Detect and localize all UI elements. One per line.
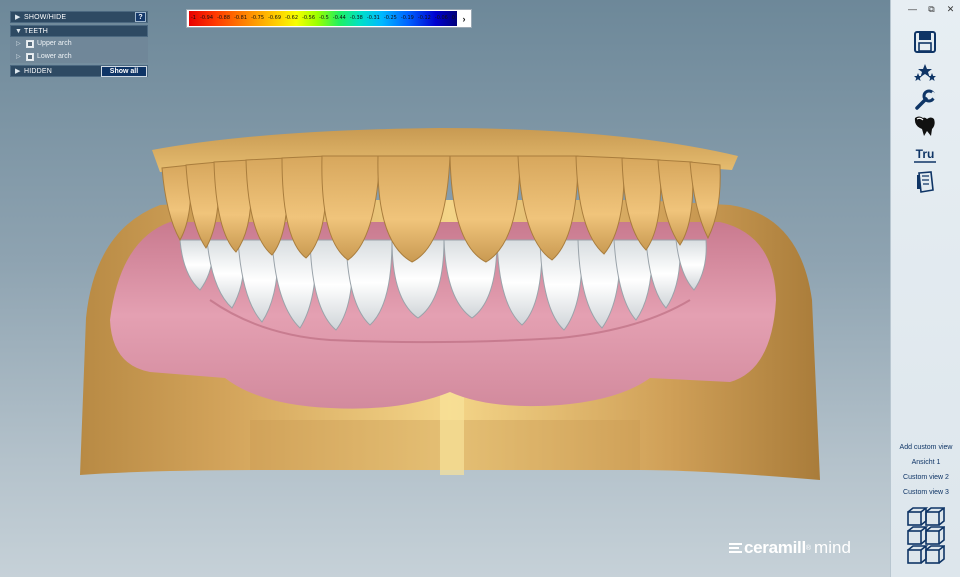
color-gradient-bar: -1 -0.94 -0.88 -0.81 -0.75 -0.69 -0.62 -0.56 -0.… bbox=[189, 11, 458, 26]
3d-viewport[interactable] bbox=[0, 0, 890, 577]
logo-product: mind bbox=[814, 538, 851, 557]
scale-tick-label: -0.31 bbox=[366, 15, 380, 21]
tree-item-label: Lower arch bbox=[37, 53, 72, 60]
ceramill-logo: ceramill ® mind bbox=[729, 538, 851, 558]
scale-tick-label: -0.75 bbox=[251, 15, 264, 21]
scale-tick-label: -0.25 bbox=[383, 15, 397, 21]
teeth-group: ▼ TEETH ▷ Upper arch ▷ Lower arch bbox=[10, 25, 148, 63]
view-custom-3[interactable]: Custom view 3 bbox=[891, 485, 960, 500]
scale-tick-label: -0.94 bbox=[200, 15, 213, 21]
logo-registered: ® bbox=[805, 544, 812, 552]
show-hide-title: SHOW/HIDE bbox=[24, 13, 67, 21]
scale-tick-label: -0.44 bbox=[332, 15, 346, 21]
expand-arrow-icon[interactable]: ▷ bbox=[16, 53, 26, 60]
distance-color-scale: -1 -0.94 -0.88 -0.81 -0.75 -0.69 -0.62 -0.56 -0.… bbox=[186, 9, 472, 28]
show-hide-panel: ▶ SHOW/HIDE ? ▼ TEETH ▷ Upper arch ▷ Low… bbox=[10, 11, 148, 79]
scale-tick-label: -0.5 bbox=[319, 15, 329, 21]
scale-tick-label: -0.81 bbox=[234, 15, 247, 21]
tru-icon[interactable]: Tru bbox=[911, 142, 939, 166]
visibility-checkbox[interactable] bbox=[26, 39, 34, 48]
stars-icon[interactable] bbox=[911, 61, 939, 85]
scale-tick-label: -0.88 bbox=[217, 15, 230, 21]
restore-button[interactable]: ⧉ bbox=[922, 4, 941, 15]
minimize-button[interactable]: — bbox=[903, 4, 922, 14]
teeth-header[interactable]: ▼ TEETH bbox=[10, 25, 148, 37]
help-button[interactable]: ? bbox=[135, 12, 146, 22]
logo-brand: ceramill bbox=[744, 538, 806, 557]
view-custom-2[interactable]: Custom view 2 bbox=[891, 470, 960, 485]
custom-views: Add custom view Ansicht 1 Custom view 2 … bbox=[891, 440, 960, 500]
chevron-right-icon: ▶ bbox=[15, 68, 21, 75]
view-cubes-icon[interactable] bbox=[905, 506, 945, 566]
expand-arrow-icon[interactable]: ▷ bbox=[16, 40, 26, 47]
model-icon[interactable] bbox=[911, 170, 939, 194]
chevron-right-icon: ▶ bbox=[15, 14, 21, 21]
add-custom-view-link[interactable]: Add custom view bbox=[891, 440, 960, 455]
dental-model-scene[interactable] bbox=[0, 0, 890, 577]
scale-tick-label: -0.62 bbox=[285, 15, 298, 21]
scale-tick-label: -0.12 bbox=[417, 15, 431, 21]
visibility-checkbox[interactable] bbox=[26, 52, 34, 61]
scale-expand-arrow-icon[interactable]: › bbox=[457, 14, 471, 24]
teeth-title: TEETH bbox=[24, 27, 48, 35]
scale-tick-label: -0.38 bbox=[349, 15, 363, 21]
hidden-title: HIDDEN bbox=[24, 67, 53, 75]
tree-item-lower-arch[interactable]: ▷ Lower arch bbox=[10, 50, 148, 63]
show-hide-header[interactable]: ▶ SHOW/HIDE ? bbox=[10, 11, 148, 23]
scale-ticks: -1 -0.94 -0.88 -0.81 -0.75 -0.69 -0.62 -0.56 -0.… bbox=[189, 15, 457, 21]
chevron-down-icon: ▼ bbox=[15, 27, 22, 35]
tree-item-label: Upper arch bbox=[37, 40, 72, 47]
window-controls: — ⧉ ✕ bbox=[891, 0, 960, 18]
right-toolbar: — ⧉ ✕ Tru Add custom view Ansicht 1 Cust… bbox=[890, 0, 960, 577]
scale-tick-label: -0.56 bbox=[302, 15, 315, 21]
scale-tick-label: 0 bbox=[451, 15, 456, 21]
close-button[interactable]: ✕ bbox=[941, 4, 960, 15]
show-all-button[interactable]: Show all bbox=[101, 65, 147, 77]
view-ansicht-1[interactable]: Ansicht 1 bbox=[891, 455, 960, 470]
scale-tick-label: -0.69 bbox=[268, 15, 281, 21]
tooth-icon[interactable] bbox=[911, 114, 939, 138]
scale-tick-label: -1 bbox=[191, 15, 196, 21]
tree-item-upper-arch[interactable]: ▷ Upper arch bbox=[10, 37, 148, 50]
save-icon[interactable] bbox=[911, 30, 939, 54]
wrench-icon[interactable] bbox=[911, 88, 939, 112]
hidden-header[interactable]: ▶ HIDDEN Show all bbox=[10, 65, 148, 77]
scale-tick-label: -0.19 bbox=[400, 15, 414, 21]
logo-mark-icon bbox=[729, 543, 742, 553]
scale-tick-label: -0.06 bbox=[434, 15, 448, 21]
tru-label: Tru bbox=[916, 147, 935, 161]
